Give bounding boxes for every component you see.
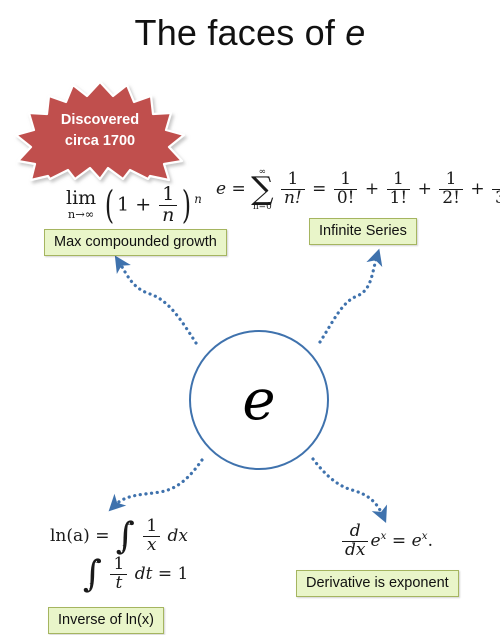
label-derivative-is-exponent[interactable]: Derivative is exponent bbox=[296, 570, 459, 597]
label-infinite-series[interactable]: Infinite Series bbox=[309, 218, 417, 245]
slide-canvas: The faces of e Discovered circa 1700 e l… bbox=[0, 0, 500, 635]
arrow-to-inverse-ln bbox=[108, 458, 204, 512]
arrow-to-infinite-series bbox=[318, 248, 383, 344]
center-circle bbox=[189, 330, 329, 470]
label-max-compounded-growth[interactable]: Max compounded growth bbox=[44, 229, 227, 256]
label-inverse-of-ln[interactable]: Inverse of ln(x) bbox=[48, 607, 164, 634]
arrow-connectors bbox=[108, 248, 388, 524]
arrow-to-max-growth bbox=[114, 255, 198, 345]
arrow-to-derivative bbox=[311, 457, 388, 524]
